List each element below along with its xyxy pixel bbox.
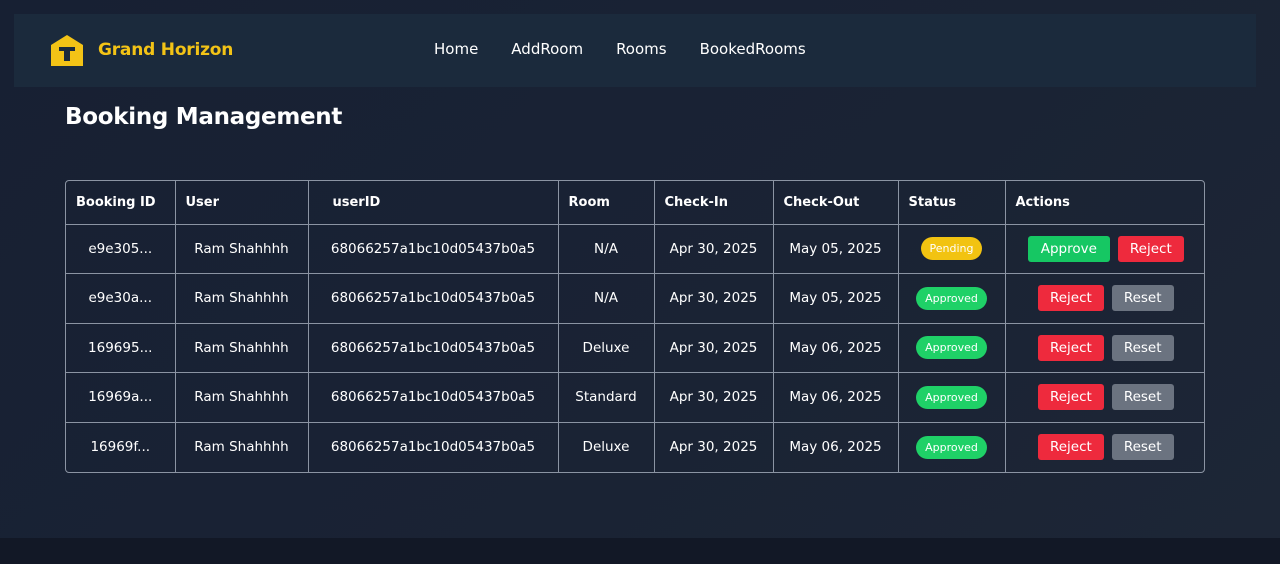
reset-button[interactable]: Reset [1111, 384, 1174, 411]
actions-cell: Reject Reset [1005, 422, 1204, 472]
booking-id-cell: 16969a... [66, 372, 176, 423]
status-cell: Approved [898, 422, 1006, 472]
check-out-cell: May 06, 2025 [773, 422, 899, 472]
room-cell: Deluxe [558, 422, 655, 472]
actions-cell: Reject Reset [1005, 372, 1204, 423]
column-header: User [175, 181, 309, 225]
room-cell: Deluxe [558, 323, 655, 373]
room-cell: N/A [558, 273, 655, 324]
nav-link-addroom[interactable]: AddRoom [511, 40, 583, 58]
column-header: userID [308, 181, 559, 225]
reject-button[interactable]: Reject [1117, 235, 1184, 262]
reject-button[interactable]: Reject [1037, 434, 1104, 460]
table-row: e9e305... Ram Shahhhh 68066257a1bc10d05437… [66, 224, 1204, 274]
page: Grand Horizon Home AddRoom Rooms BookedR… [0, 0, 1280, 538]
user-id-cell: 68066257a1bc10d05437b0a5 [308, 422, 559, 472]
status-badge: Pending [920, 237, 983, 261]
page-title: Booking Management [65, 104, 343, 130]
actions-cell: Approve Reject [1005, 224, 1204, 274]
status-cell: Approved [898, 323, 1006, 373]
table-row: e9e30a... Ram Shahhhh 68066257a1bc10d05437… [66, 273, 1204, 324]
status-cell: Pending [898, 224, 1006, 274]
check-in-cell: Apr 30, 2025 [654, 273, 774, 324]
user-cell: Ram Shahhhh [175, 372, 309, 423]
column-header: Check-Out [773, 181, 899, 225]
nav-link-rooms[interactable]: Rooms [616, 40, 667, 58]
booking-id-cell: e9e30a... [66, 273, 176, 324]
status-cell: Approved [898, 273, 1006, 324]
actions-cell: Reject Reset [1005, 323, 1204, 373]
check-out-cell: May 05, 2025 [773, 224, 899, 274]
reject-button[interactable]: Reject [1037, 384, 1104, 411]
nav-link-bookedrooms[interactable]: BookedRooms [700, 40, 806, 58]
table-header-row: Booking ID User userID Room Check-In Che… [66, 181, 1204, 225]
user-cell: Ram Shahhhh [175, 323, 309, 373]
reject-button[interactable]: Reject [1037, 334, 1104, 361]
nav-links: Home AddRoom Rooms BookedRooms [434, 40, 839, 58]
reset-button[interactable]: Reset [1111, 334, 1174, 361]
column-header: Status [898, 181, 1006, 225]
status-badge: Approved [916, 336, 987, 360]
check-out-cell: May 06, 2025 [773, 372, 899, 423]
user-id-cell: 68066257a1bc10d05437b0a5 [308, 323, 559, 373]
user-id-cell: 68066257a1bc10d05437b0a5 [308, 372, 559, 423]
bottom-strip [0, 538, 1280, 564]
status-badge: Approved [916, 435, 987, 459]
status-badge: Approved [916, 286, 987, 310]
check-out-cell: May 05, 2025 [773, 273, 899, 324]
user-id-cell: 68066257a1bc10d05437b0a5 [308, 224, 559, 274]
user-cell: Ram Shahhhh [175, 224, 309, 274]
user-cell: Ram Shahhhh [175, 273, 309, 324]
column-header: Actions [1005, 181, 1204, 225]
room-cell: Standard [558, 372, 655, 423]
room-cell: N/A [558, 224, 655, 274]
nav-link-home[interactable]: Home [434, 40, 478, 58]
actions-cell: Reject Reset [1005, 273, 1204, 324]
check-in-cell: Apr 30, 2025 [654, 224, 774, 274]
column-header: Check-In [654, 181, 774, 225]
reject-button[interactable]: Reject [1037, 285, 1104, 312]
table-row: 16969a... Ram Shahhhh 68066257a1bc10d05437… [66, 372, 1204, 423]
status-badge: Approved [916, 385, 987, 409]
check-in-cell: Apr 30, 2025 [654, 372, 774, 423]
column-header: Booking ID [66, 181, 176, 225]
brand-name: Grand Horizon [98, 40, 234, 60]
check-in-cell: Apr 30, 2025 [654, 323, 774, 373]
brand[interactable]: Grand Horizon [50, 33, 233, 67]
approve-button[interactable]: Approve [1027, 235, 1110, 262]
bookings-table: Booking ID User userID Room Check-In Che… [65, 180, 1205, 473]
booking-id-cell: 169695... [66, 323, 176, 373]
user-cell: Ram Shahhhh [175, 422, 309, 472]
column-header: Room [558, 181, 655, 225]
reset-button[interactable]: Reset [1111, 285, 1174, 312]
table-row: 169695... Ram Shahhhh 68066257a1bc10d05437… [66, 323, 1204, 373]
check-out-cell: May 06, 2025 [773, 323, 899, 373]
hotel-logo-icon [51, 35, 83, 66]
user-id-cell: 68066257a1bc10d05437b0a5 [308, 273, 559, 324]
navbar: Grand Horizon Home AddRoom Rooms BookedR… [14, 14, 1256, 87]
check-in-cell: Apr 30, 2025 [654, 422, 774, 472]
reset-button[interactable]: Reset [1111, 434, 1174, 460]
booking-id-cell: 16969f... [66, 422, 176, 472]
status-cell: Approved [898, 372, 1006, 423]
booking-id-cell: e9e305... [66, 224, 176, 274]
table-row: 16969f... Ram Shahhhh 68066257a1bc10d05437… [66, 422, 1204, 472]
